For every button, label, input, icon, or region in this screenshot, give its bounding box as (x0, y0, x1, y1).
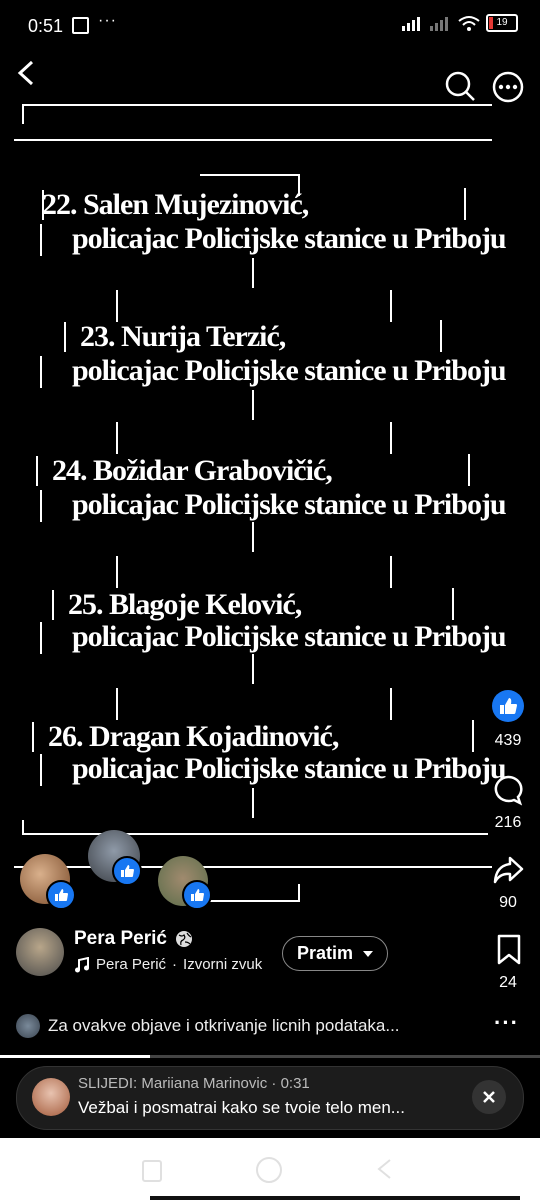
thumbs-up-icon (500, 698, 517, 714)
toast-separator: · (271, 1075, 277, 1092)
like-count: 439 (494, 732, 522, 749)
toast-time: 0:31 (280, 1075, 310, 1092)
frame-line (390, 556, 392, 588)
share-count: 90 (499, 894, 517, 911)
audio-label[interactable]: Izvorni zvuk (183, 956, 262, 973)
like-badge-icon (182, 880, 212, 910)
toast-avatar (32, 1078, 70, 1116)
toast-close-button[interactable] (472, 1080, 506, 1114)
frame-line (22, 104, 24, 124)
frame-line (390, 290, 392, 322)
follow-button[interactable]: Pratim (282, 936, 389, 971)
frame-line (252, 654, 254, 684)
frame-line (22, 820, 24, 834)
comment-icon[interactable] (492, 774, 524, 806)
frame-line (22, 104, 492, 106)
audio-separator: · (172, 956, 178, 973)
share-icon[interactable] (492, 854, 524, 886)
close-icon (483, 1091, 495, 1103)
video-entry-role: policajac Policijske stanice u Priboju (72, 752, 507, 785)
author-name[interactable]: Pera Perić (74, 928, 167, 950)
like-button[interactable] (492, 690, 524, 722)
frame-line (14, 866, 492, 868)
caption-avatar (16, 1014, 40, 1038)
frame-line (64, 322, 66, 352)
frame-line (252, 390, 254, 420)
video-entry-role: policajac Policijske stanice u Priboju (72, 354, 507, 387)
like-badge-icon (46, 880, 76, 910)
frame-line (116, 422, 118, 454)
audio-author[interactable]: Pera Perić (96, 956, 166, 973)
video-entry-role: policajac Policijske stanice u Priboju (72, 222, 507, 255)
wifi-icon (458, 16, 480, 31)
music-note-icon (75, 956, 89, 972)
battery-icon: 19 (486, 14, 518, 32)
video-entry-name: 22. Salen Mujezinović, (42, 188, 309, 221)
comment-count: 216 (494, 814, 522, 831)
toast-prefix: SLIJEDI: (78, 1075, 138, 1092)
gesture-bar (150, 1196, 520, 1200)
frame-line (116, 688, 118, 720)
frame-line (42, 190, 44, 220)
frame-line (32, 722, 34, 752)
frame-line (252, 522, 254, 552)
frame-line (22, 833, 488, 835)
frame-line (116, 290, 118, 322)
frame-line (36, 456, 38, 486)
video-progress-fill (0, 1055, 150, 1058)
frame-line (40, 622, 42, 654)
frame-line (40, 356, 42, 388)
like-badge-icon (112, 856, 142, 886)
recents-icon[interactable] (142, 1160, 162, 1182)
back-icon[interactable] (16, 60, 38, 86)
status-time: 0:51 (28, 16, 64, 36)
notification-icon (72, 17, 89, 34)
frame-line (40, 224, 42, 256)
toast-message: Vežbai i posmatrai kako se tvoie telo me… (78, 1098, 405, 1117)
follow-label: Pratim (297, 943, 354, 963)
frame-line (252, 788, 254, 818)
frame-line (440, 320, 442, 352)
home-icon[interactable] (256, 1157, 282, 1183)
frame-line (390, 422, 392, 454)
frame-line (252, 258, 254, 288)
globe-icon (175, 931, 192, 947)
frame-line (464, 188, 466, 220)
more-options-icon[interactable] (492, 71, 524, 103)
post-caption[interactable]: Za ovakve objave i otkrivanje licnih pod… (48, 1016, 468, 1036)
video-entry-role: policajac Policijske stanice u Priboju (72, 488, 507, 521)
video-entry-name: 23. Nurija Terzić, (80, 320, 286, 353)
back-nav-icon[interactable] (376, 1158, 394, 1180)
search-icon[interactable] (444, 70, 476, 102)
frame-line (468, 454, 470, 486)
frame-line (390, 688, 392, 720)
frame-line (472, 720, 474, 752)
bookmark-icon[interactable] (496, 934, 522, 966)
signal-2-icon (430, 17, 448, 31)
author-avatar[interactable] (16, 928, 64, 976)
frame-line (40, 490, 42, 522)
caption-more-icon[interactable]: ··· (494, 1010, 519, 1036)
signal-icon (402, 17, 420, 31)
frame-line (116, 556, 118, 588)
save-count: 24 (499, 974, 517, 991)
video-entry-name: 25. Blagoje Kelović, (68, 588, 302, 621)
frame-line (40, 754, 42, 786)
more-notifications-icon: ··· (98, 12, 117, 29)
status-icons: 19 (402, 14, 518, 32)
chevron-down-icon (363, 950, 374, 957)
video-entry-name: 24. Božidar Grabovičić, (52, 454, 333, 487)
frame-line (200, 900, 300, 902)
battery-level: 19 (496, 17, 508, 28)
frame-line (200, 174, 300, 176)
frame-line (52, 590, 54, 620)
video-entry-role: policajac Policijske stanice u Priboju (72, 620, 507, 653)
toast-user: Mariiana Marinovic (141, 1075, 268, 1092)
video-entry-name: 26. Dragan Kojadinović, (48, 720, 339, 753)
frame-line (14, 139, 492, 141)
frame-line (452, 588, 454, 620)
